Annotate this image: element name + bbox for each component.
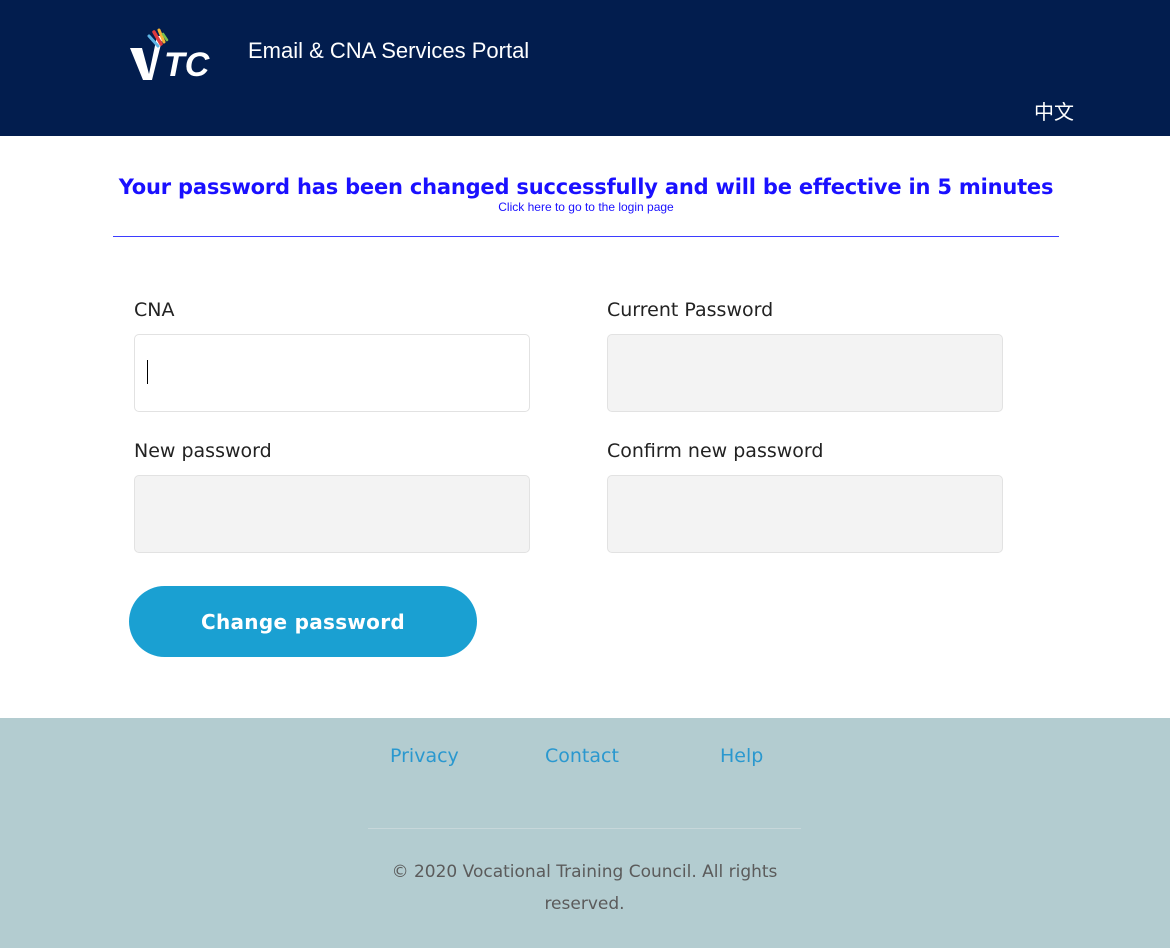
confirm-password-label: Confirm new password <box>607 440 824 462</box>
footer-divider <box>368 828 801 829</box>
text-cursor <box>147 360 148 384</box>
page-footer: Privacy Contact Help © 2020 Vocational T… <box>0 718 1170 948</box>
footer-link-privacy[interactable]: Privacy <box>390 745 459 767</box>
new-password-label: New password <box>134 440 272 462</box>
copyright-text: © 2020 Vocational Training Council. All … <box>391 862 778 914</box>
language-toggle-link[interactable]: 中文 <box>1034 96 1074 125</box>
page-header: TC Email & CNA Services Portal 中文 <box>0 0 1170 136</box>
change-password-button[interactable]: Change password <box>129 586 477 657</box>
vtc-logo[interactable]: TC <box>116 14 226 92</box>
portal-title: Email & CNA Services Portal <box>248 38 530 63</box>
current-password-input[interactable] <box>607 334 1003 412</box>
cna-label: CNA <box>134 299 175 321</box>
login-page-link[interactable]: Click here to go to the login page <box>113 200 1059 214</box>
new-password-input[interactable] <box>134 475 530 553</box>
current-password-label: Current Password <box>607 299 774 321</box>
footer-link-help[interactable]: Help <box>720 745 763 767</box>
confirm-password-input[interactable] <box>607 475 1003 553</box>
footer-link-contact[interactable]: Contact <box>545 745 619 767</box>
svg-text:TC: TC <box>164 46 210 84</box>
cna-input[interactable] <box>134 334 530 412</box>
success-message: Your password has been changed successfu… <box>118 175 1054 199</box>
status-message-area: Your password has been changed successfu… <box>113 168 1059 237</box>
